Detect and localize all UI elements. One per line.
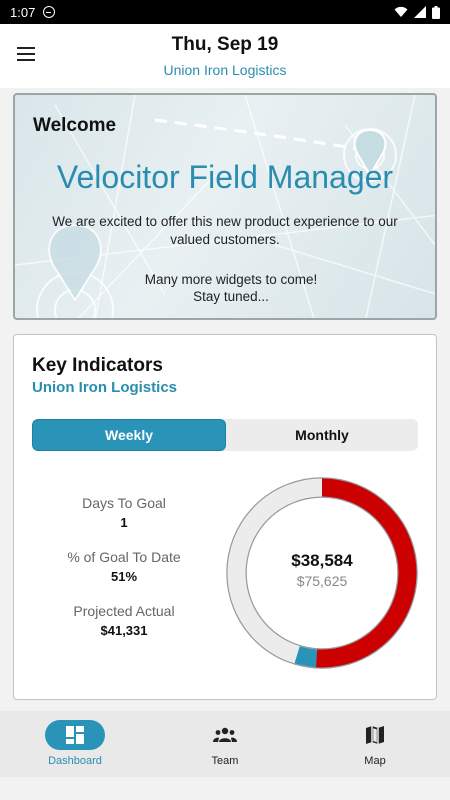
nav-map[interactable]: Map <box>300 711 450 777</box>
stat-days-to-goal: Days To Goal 1 <box>54 495 194 530</box>
map-icon <box>366 726 384 744</box>
tab-monthly[interactable]: Monthly <box>226 419 418 451</box>
notification-icon <box>43 6 56 18</box>
tab-weekly[interactable]: Weekly <box>32 419 226 451</box>
key-indicators-title: Key Indicators <box>32 355 163 376</box>
signal-icon <box>414 6 426 18</box>
hamburger-line <box>17 59 35 61</box>
stat-projected-actual: Projected Actual $41,331 <box>54 603 194 638</box>
stat-label: % of Goal To Date <box>67 549 181 565</box>
app-header: Thu, Sep 19 Union Iron Logistics <box>0 24 450 88</box>
stat-value: $41,331 <box>100 623 148 638</box>
nav-dashboard-pill <box>45 720 105 750</box>
status-bar: 1:07 <box>0 0 450 24</box>
nav-label: Team <box>211 755 239 767</box>
stat-label: Days To Goal <box>82 495 166 511</box>
battery-icon <box>432 5 440 19</box>
welcome-heading: Velocitor Field Manager <box>56 159 394 195</box>
header-date: Thu, Sep 19 <box>171 34 279 55</box>
stat-value: 51% <box>110 569 138 584</box>
bottom-navigation: Dashboard Team Map <box>0 711 450 777</box>
key-indicators-card: Key Indicators Union Iron Logistics Week… <box>13 334 437 700</box>
stat-value: 1 <box>120 515 128 530</box>
donut-center-labels: $38,584 $75,625 <box>224 551 420 589</box>
dashboard-icon <box>66 726 84 744</box>
welcome-title: Welcome <box>33 115 117 136</box>
nav-label: Map <box>364 755 386 767</box>
nav-map-pill <box>345 720 405 750</box>
welcome-text: We are excited to offer this new product… <box>52 214 398 247</box>
welcome-more-line1: Many more widgets to come! <box>144 272 318 287</box>
system-navigation-bar <box>0 777 450 800</box>
welcome-more-line2: Stay tuned... <box>193 289 269 304</box>
header-company: Union Iron Logistics <box>163 62 287 78</box>
status-time: 1:07 <box>10 4 36 20</box>
donut-goal-value: $75,625 <box>296 573 348 589</box>
nav-team[interactable]: Team <box>150 711 300 777</box>
key-indicators-company: Union Iron Logistics <box>32 379 177 396</box>
stat-goal-to-date: % of Goal To Date 51% <box>54 549 194 584</box>
welcome-card: Welcome Velocitor Field Manager We are e… <box>13 93 437 320</box>
wifi-icon <box>394 6 408 17</box>
nav-label: Dashboard <box>48 755 102 767</box>
nav-dashboard[interactable]: Dashboard <box>0 711 150 777</box>
team-icon <box>213 727 237 742</box>
nav-team-pill <box>195 720 255 750</box>
period-toggle: Weekly Monthly <box>32 419 418 451</box>
stat-label: Projected Actual <box>73 603 175 619</box>
donut-actual-value: $38,584 <box>291 551 353 570</box>
welcome-more-text: Many more widgets to come! Stay tuned... <box>45 271 417 305</box>
